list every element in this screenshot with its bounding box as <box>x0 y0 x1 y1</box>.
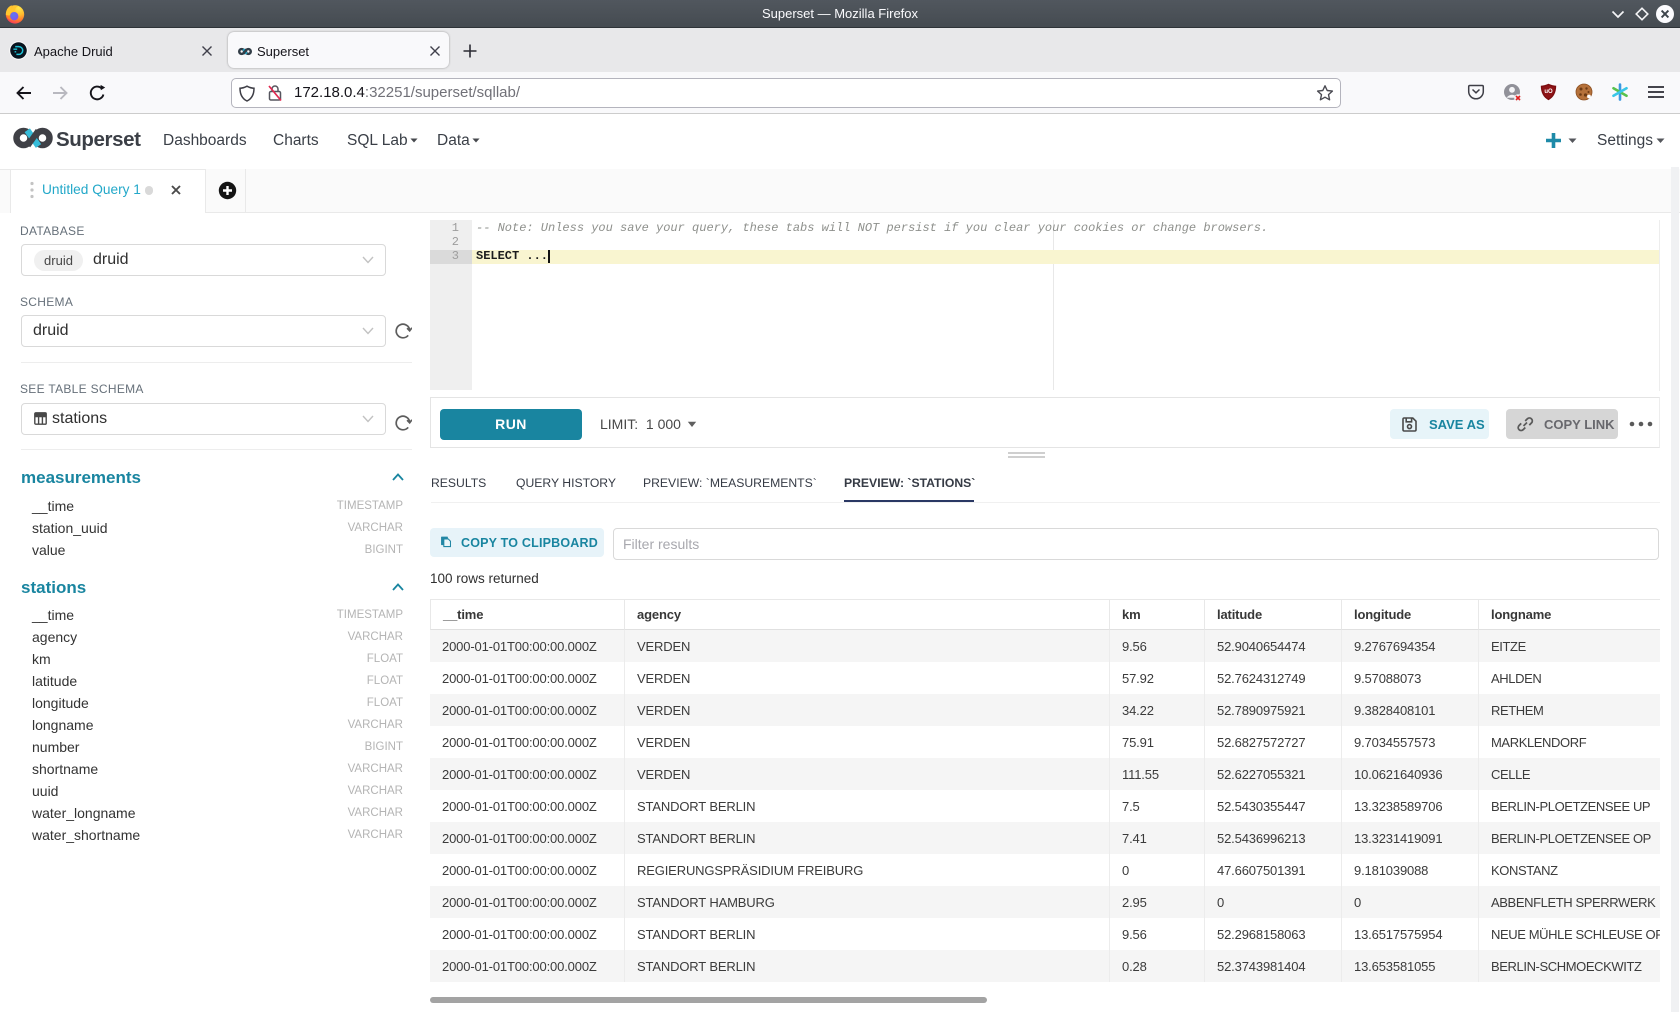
svg-text:uO: uO <box>1544 89 1553 95</box>
